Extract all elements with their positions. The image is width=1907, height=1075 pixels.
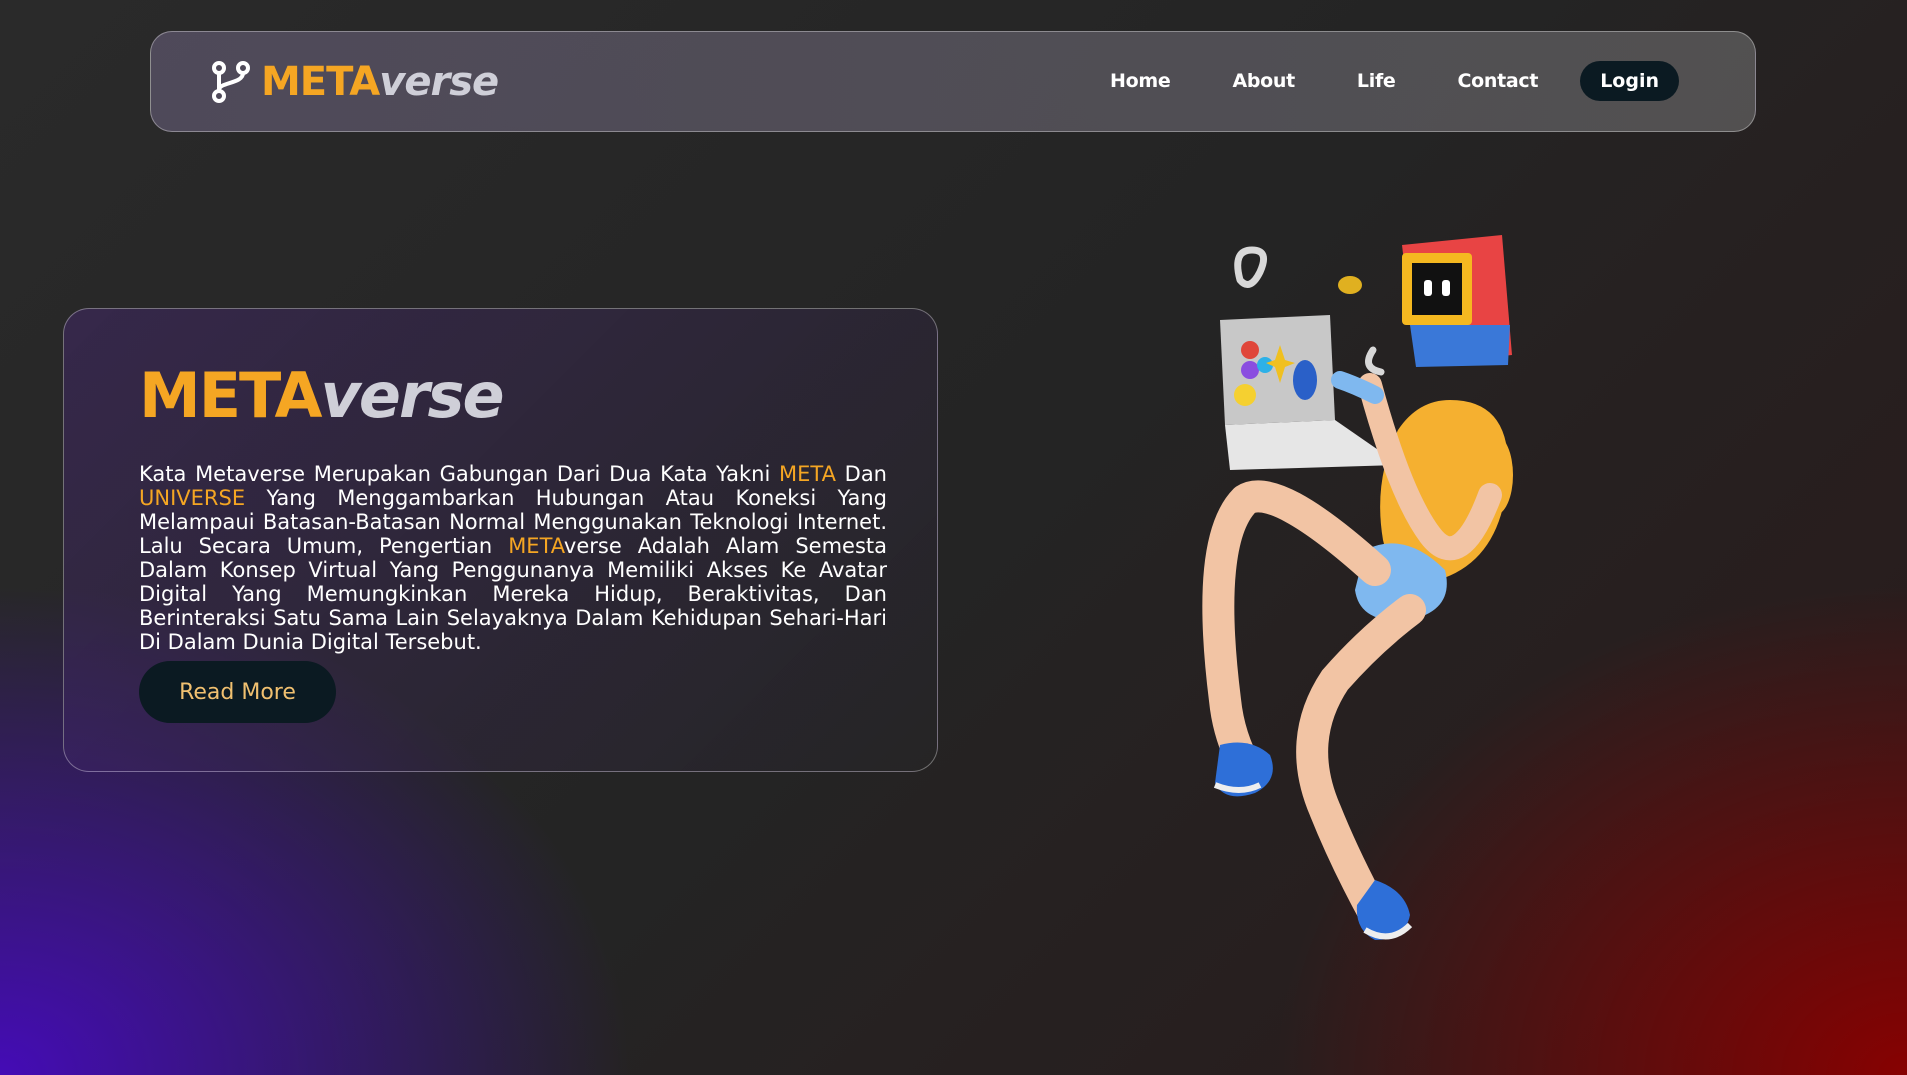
logo-verse: verse: [379, 59, 499, 105]
read-more-button[interactable]: Read More: [139, 661, 336, 723]
nav-contact-link[interactable]: Contact: [1458, 70, 1539, 92]
hero-title: METAverse: [139, 365, 505, 427]
nav-home-link[interactable]: Home: [1110, 70, 1171, 92]
logo-text: METAverse: [261, 59, 499, 105]
hero-highlight-meta: META: [508, 534, 564, 558]
branch-fork-icon: [212, 61, 250, 103]
hero-description: Kata Metaverse Merupakan Gabungan Dari D…: [139, 462, 887, 654]
logo-meta: META: [261, 59, 380, 105]
metaverse-character-illustration: [1202, 235, 1513, 940]
hero-title-verse: verse: [320, 359, 505, 432]
hero-highlight-meta: META: [779, 462, 836, 486]
logo[interactable]: METAverse: [211, 58, 499, 106]
hero-highlight-universe: UNIVERSE: [139, 486, 246, 510]
hero-text-part: Dan: [835, 462, 887, 486]
hero-title-meta: META: [139, 359, 323, 432]
nav-links: Home About Life Contact Login: [1110, 61, 1679, 101]
nav-about-link[interactable]: About: [1232, 70, 1295, 92]
nav-life-link[interactable]: Life: [1357, 70, 1396, 92]
hero-text-part: Kata Metaverse Merupakan Gabungan Dari D…: [139, 462, 779, 486]
navbar: METAverse Home About Life Contact Login: [150, 31, 1756, 132]
hero-card: METAverse Kata Metaverse Merupakan Gabun…: [63, 308, 938, 772]
login-button[interactable]: Login: [1580, 61, 1679, 101]
